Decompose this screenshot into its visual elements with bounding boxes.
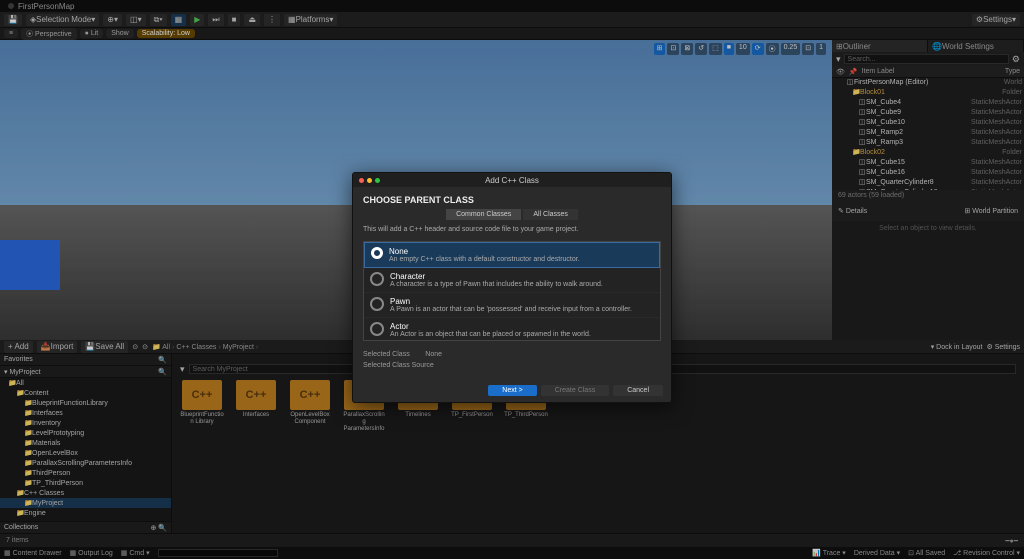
selected-class-label: Selected Class <box>363 351 410 358</box>
parent-class-option[interactable]: CharacterA character is a type of Pawn t… <box>364 268 660 293</box>
selected-class-value: None <box>425 351 442 358</box>
modal-overlay: Add C++ Class CHOOSE PARENT CLASS Common… <box>0 0 1024 559</box>
class-list: NoneAn empty C++ class with a default co… <box>363 241 661 341</box>
add-cpp-class-dialog: Add C++ Class CHOOSE PARENT CLASS Common… <box>352 172 672 403</box>
parent-class-option[interactable]: PawnA Pawn is an actor that can be 'poss… <box>364 293 660 318</box>
parent-class-option[interactable]: ActorAn Actor is an object that can be p… <box>364 318 660 341</box>
next-button[interactable]: Next > <box>488 385 536 396</box>
selected-class-source-label: Selected Class Source <box>363 362 434 369</box>
modal-title: Add C++ Class <box>485 176 539 185</box>
modal-heading: CHOOSE PARENT CLASS <box>363 195 661 205</box>
parent-class-option[interactable]: NoneAn empty C++ class with a default co… <box>364 242 660 268</box>
create-class-button: Create Class <box>541 385 609 396</box>
minimize-icon[interactable] <box>367 178 372 183</box>
modal-desc: This will add a C++ header and source co… <box>363 226 661 233</box>
tab-common-classes[interactable]: Common Classes <box>446 209 521 220</box>
close-icon[interactable] <box>359 178 364 183</box>
tab-all-classes[interactable]: All Classes <box>523 209 578 220</box>
cancel-button[interactable]: Cancel <box>613 385 663 396</box>
zoom-icon[interactable] <box>375 178 380 183</box>
